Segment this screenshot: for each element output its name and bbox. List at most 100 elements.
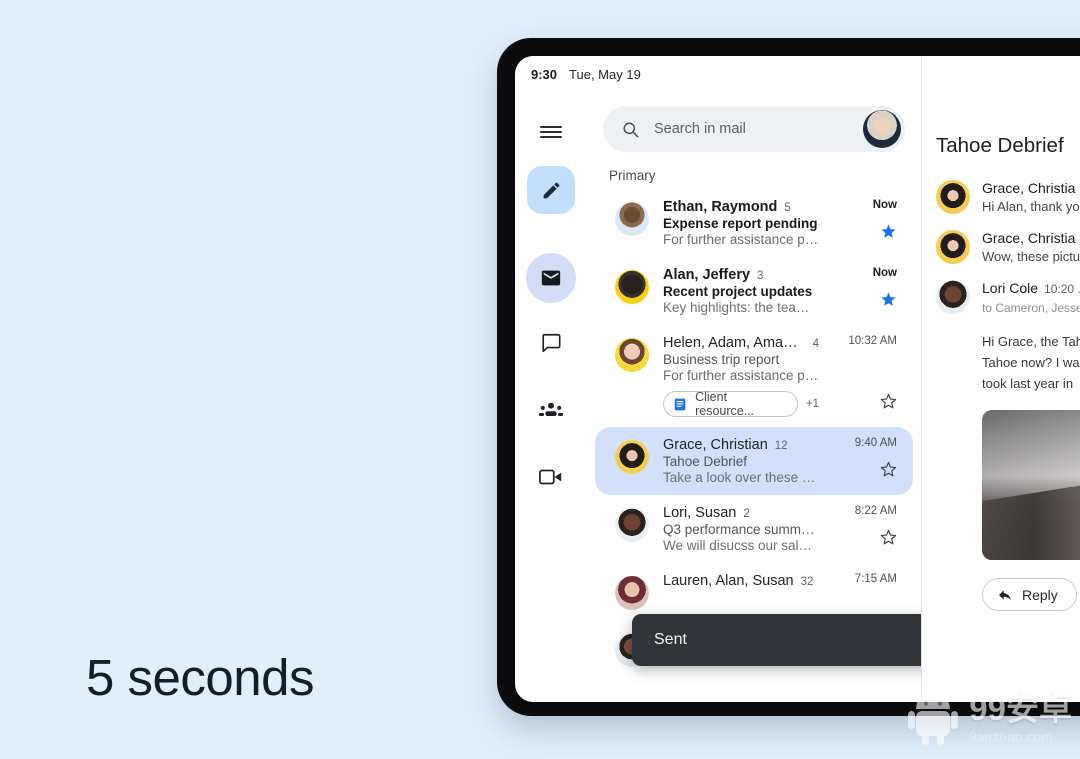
list-item[interactable]: Grace, Christia Hi Alan, thank yo [936, 180, 1080, 214]
sidebar-item-meet[interactable] [527, 455, 575, 499]
table-row[interactable]: Helen, Adam, Amanda 4 Business trip report… [595, 325, 913, 427]
mail-thread-count: 2 [743, 508, 750, 520]
mail-row-header: Lauren, Alan, Susan 32 [663, 573, 819, 589]
avatar [615, 508, 649, 542]
mail-row-meta: 10:32 AM [833, 335, 897, 417]
mail-sender: Lori, Susan [663, 505, 737, 521]
star-icon-filled[interactable] [880, 223, 897, 240]
mail-row-body: Lori, Susan 2 Q3 performance summary We wil… [663, 505, 819, 553]
reply-arrow-icon [999, 589, 1011, 600]
thread-message-body: Lori Cole 10:20 . to Cameron, Jesse, [982, 280, 1080, 315]
thread-message-sender: Grace, Christia [982, 230, 1076, 246]
mail-row-header: Ethan, Raymond 5 [663, 199, 819, 215]
avatar [615, 440, 649, 474]
promo-line-1: 5 seconds [86, 649, 314, 707]
message-body-line: took last year in [982, 376, 1074, 392]
menu-icon[interactable] [531, 112, 571, 152]
mail-snippet: For further assistance pleas... [663, 368, 819, 383]
star-icon[interactable] [880, 529, 897, 546]
mail-row-meta: 9:40 AM [833, 437, 897, 485]
attachment-chip-row: Client resource... +1 [663, 390, 819, 418]
mail-sender: Ethan, Raymond [663, 199, 778, 215]
thread-message-sender: Lori Cole [982, 280, 1039, 296]
device-screen: 9:30 Tue, May 19 Search in mail Primary … [515, 56, 1080, 702]
thread-message-header: Lori Cole 10:20 . [982, 280, 1080, 298]
mail-subject: Expense report pending [663, 216, 818, 231]
tahoe-mountain-photo [982, 410, 1080, 561]
compose-pencil-icon [543, 182, 559, 198]
table-row[interactable]: Ethan, Raymond 5 Expense report pending For… [595, 189, 913, 257]
mail-snippet: We will disucss our sales pefr... [663, 538, 819, 553]
mail-row-meta: Now [833, 267, 897, 315]
sidebar-item-spaces[interactable] [527, 388, 575, 432]
thread-message-preview: Wow, these pictu [982, 249, 1080, 264]
attachment-chip[interactable]: Client resource... [663, 390, 798, 418]
message-body-line: Tahoe now? I wa [982, 355, 1080, 371]
avatar [615, 338, 649, 372]
table-row[interactable]: Alan, Jeffery 3 Recent project updates Key … [595, 257, 913, 325]
star-toggle[interactable] [880, 529, 897, 551]
android-robot-icon [908, 692, 959, 745]
avatar [615, 270, 649, 304]
star-toggle[interactable] [880, 393, 897, 415]
list-item[interactable]: Lori Cole 10:20 . to Cameron, Jesse, [936, 280, 1080, 315]
chat-icon [542, 333, 561, 353]
watermark-subtitle: 9anzhuo.com [969, 728, 1053, 744]
document-icon [674, 398, 686, 410]
inbox-section-label: Primary [609, 168, 656, 183]
mail-sender: Grace, Christian [663, 437, 768, 453]
table-row[interactable]: Grace, Christian 12 Tahoe Debrief Take a lo… [595, 427, 913, 495]
watermark-title: 99安卓 [969, 689, 1072, 727]
spaces-people-icon [538, 402, 564, 416]
watermark: 99安卓 9anzhuo.com [907, 689, 1072, 745]
thread-message-preview: Hi Alan, thank yo [982, 199, 1080, 214]
mail-subject: Tahoe Debrief [663, 454, 748, 469]
mail-thread-count: 12 [774, 440, 788, 452]
table-row[interactable]: Lori, Susan 2 Q3 performance summary We wil… [595, 495, 913, 563]
mail-row-body: Alan, Jeffery 3 Recent project updates Key … [663, 267, 819, 315]
avatar [936, 230, 970, 264]
search-bar[interactable]: Search in mail [603, 106, 905, 152]
mail-icon [541, 270, 561, 286]
thread-message-sender: Grace, Christia [982, 180, 1076, 196]
table-row[interactable]: Lauren, Alan, Susan 32 7:15 AM [595, 563, 913, 620]
status-bar-date: Tue, May 19 [569, 66, 641, 82]
thread-message-list: Grace, Christia Hi Alan, thank yo Grace, C… [936, 180, 1080, 315]
star-icon-filled[interactable] [880, 291, 897, 308]
reply-button-label: Reply [1022, 586, 1058, 603]
star-icon[interactable] [880, 461, 897, 478]
thread-message-header: Grace, Christia [982, 230, 1080, 248]
mail-timestamp: 10:32 AM [848, 335, 897, 347]
mail-timestamp: Now [872, 199, 897, 211]
mail-thread-count: 5 [784, 202, 791, 214]
mail-sender: Helen, Adam, Amanda [663, 335, 806, 351]
promo-headline: 5 seconds to undo send [86, 528, 375, 759]
sidebar-item-chat[interactable] [527, 321, 575, 365]
mail-snippet: Key highlights: the team has... [663, 300, 819, 315]
undo-send-snackbar: Sent Undo [632, 614, 921, 666]
sidebar-item-mail[interactable] [526, 253, 576, 303]
account-avatar[interactable] [863, 110, 901, 148]
search-input[interactable]: Search in mail [654, 121, 863, 137]
list-item[interactable]: Grace, Christia Wow, these pictu [936, 230, 1080, 264]
mail-row-body: Helen, Adam, Amanda 4 Business trip report… [663, 335, 819, 418]
reply-button[interactable]: Reply [982, 578, 1077, 612]
avatar [615, 576, 649, 610]
star-toggle[interactable] [880, 223, 897, 245]
mail-row-header: Helen, Adam, Amanda 4 [663, 335, 819, 351]
mail-subject: Q3 performance summary [663, 522, 819, 537]
thread-message-time: 10:20 . [1044, 282, 1080, 296]
compose-button[interactable] [527, 166, 575, 214]
mail-snippet: For further assistance please... [663, 232, 819, 247]
reading-pane: Tahoe Debrief Grace, Christia Hi Alan, th… [921, 56, 1080, 702]
mail-row-header: Lori, Susan 2 [663, 505, 819, 521]
mail-thread-count: 32 [800, 576, 814, 588]
star-toggle[interactable] [880, 461, 897, 483]
mail-subject: Recent project updates [663, 284, 813, 299]
message-body-line: Hi Grace, the Tah [982, 334, 1080, 349]
star-toggle[interactable] [880, 291, 897, 313]
star-icon[interactable] [880, 393, 897, 410]
mail-sender: Lauren, Alan, Susan [663, 573, 794, 589]
avatar [936, 180, 970, 214]
message-body: Hi Grace, the Tah Tahoe now? I wa took las… [936, 331, 1080, 394]
